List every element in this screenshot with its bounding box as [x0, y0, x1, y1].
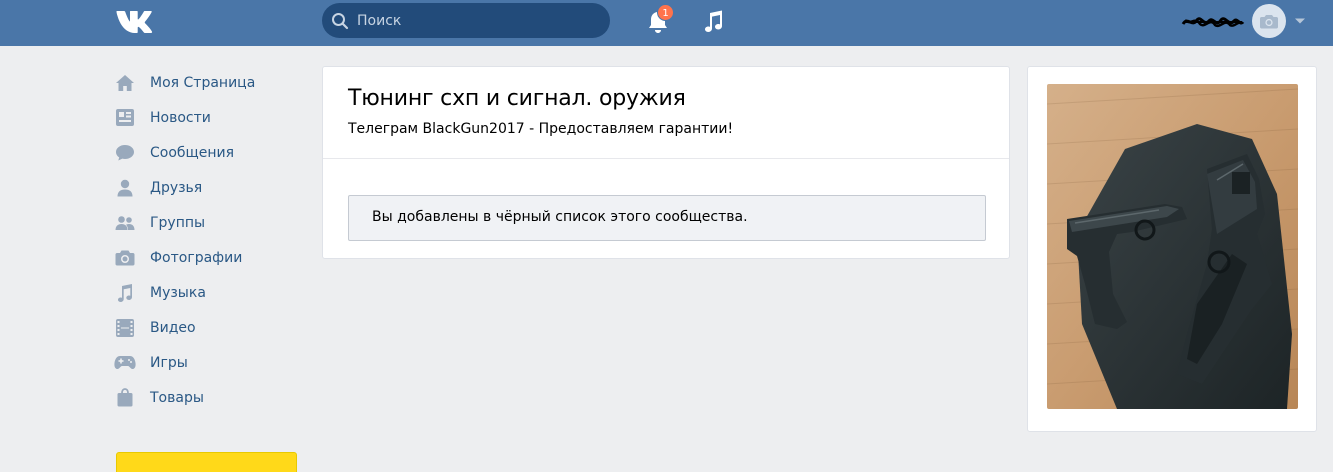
group-avatar-photo[interactable] — [1047, 84, 1298, 409]
sidebar-item-photos[interactable]: Фотографии — [112, 240, 312, 275]
groups-icon — [112, 213, 138, 233]
vk-logo-icon[interactable] — [115, 8, 157, 36]
sidebar-item-label: Музыка — [150, 284, 206, 301]
sidebar-item-goods[interactable]: Товары — [112, 380, 312, 415]
sidebar-item-label: Друзья — [150, 179, 203, 196]
blacklist-notice: Вы добавлены в чёрный список этого сообщ… — [348, 195, 986, 241]
music-icon[interactable] — [703, 9, 725, 33]
sidebar-item-music[interactable]: Музыка — [112, 275, 312, 310]
sidebar-item-label: Видео — [150, 319, 196, 336]
sidebar-item-label: Группы — [150, 214, 206, 231]
sidebar-item-news[interactable]: Новости — [112, 100, 312, 135]
camera-icon — [112, 248, 138, 268]
page-title: Тюнинг схп и сигнал. оружия — [348, 86, 686, 111]
search-icon — [332, 13, 349, 30]
promo-banner[interactable] — [116, 452, 297, 472]
sidebar-item-label: Фотографии — [150, 249, 243, 266]
avatar[interactable] — [1252, 4, 1286, 38]
sidebar-item-video[interactable]: Видео — [112, 310, 312, 345]
sidebar-item-groups[interactable]: Группы — [112, 205, 312, 240]
messages-icon — [112, 143, 138, 163]
divider — [323, 158, 1009, 159]
camera-icon — [1260, 15, 1278, 29]
music-note-icon — [112, 283, 138, 303]
search-input[interactable] — [357, 3, 597, 38]
sidebar-item-my-page[interactable]: Моя Страница — [112, 65, 312, 100]
film-icon — [112, 318, 138, 338]
news-icon — [112, 108, 138, 128]
group-card: Тюнинг схп и сигнал. оружия Телеграм Bla… — [322, 66, 1010, 259]
sidebar-item-label: Сообщения — [150, 144, 235, 161]
left-sidebar: Моя Страница Новости Сообщения Друзья Гр… — [112, 65, 312, 415]
search-box[interactable] — [322, 3, 610, 38]
sidebar-item-label: Моя Страница — [150, 74, 256, 91]
sidebar-item-games[interactable]: Игры — [112, 345, 312, 380]
gamepad-icon — [112, 353, 138, 373]
chevron-down-icon[interactable] — [1294, 17, 1306, 25]
notification-badge: 1 — [657, 4, 674, 21]
group-status: Телеграм BlackGun2017 - Предоставляем га… — [348, 121, 734, 137]
group-avatar-card — [1027, 66, 1317, 432]
friend-icon — [112, 178, 138, 198]
sidebar-item-messages[interactable]: Сообщения — [112, 135, 312, 170]
sidebar-item-label: Игры — [150, 354, 188, 371]
notice-text: Вы добавлены в чёрный список этого сообщ… — [372, 209, 748, 225]
shopping-bag-icon — [112, 388, 138, 408]
sidebar-item-label: Товары — [150, 389, 204, 406]
top-header: 1 — [0, 0, 1333, 46]
sidebar-item-friends[interactable]: Друзья — [112, 170, 312, 205]
sidebar-item-label: Новости — [150, 109, 211, 126]
user-name-scribble[interactable] — [1180, 12, 1246, 32]
home-icon — [112, 73, 138, 93]
